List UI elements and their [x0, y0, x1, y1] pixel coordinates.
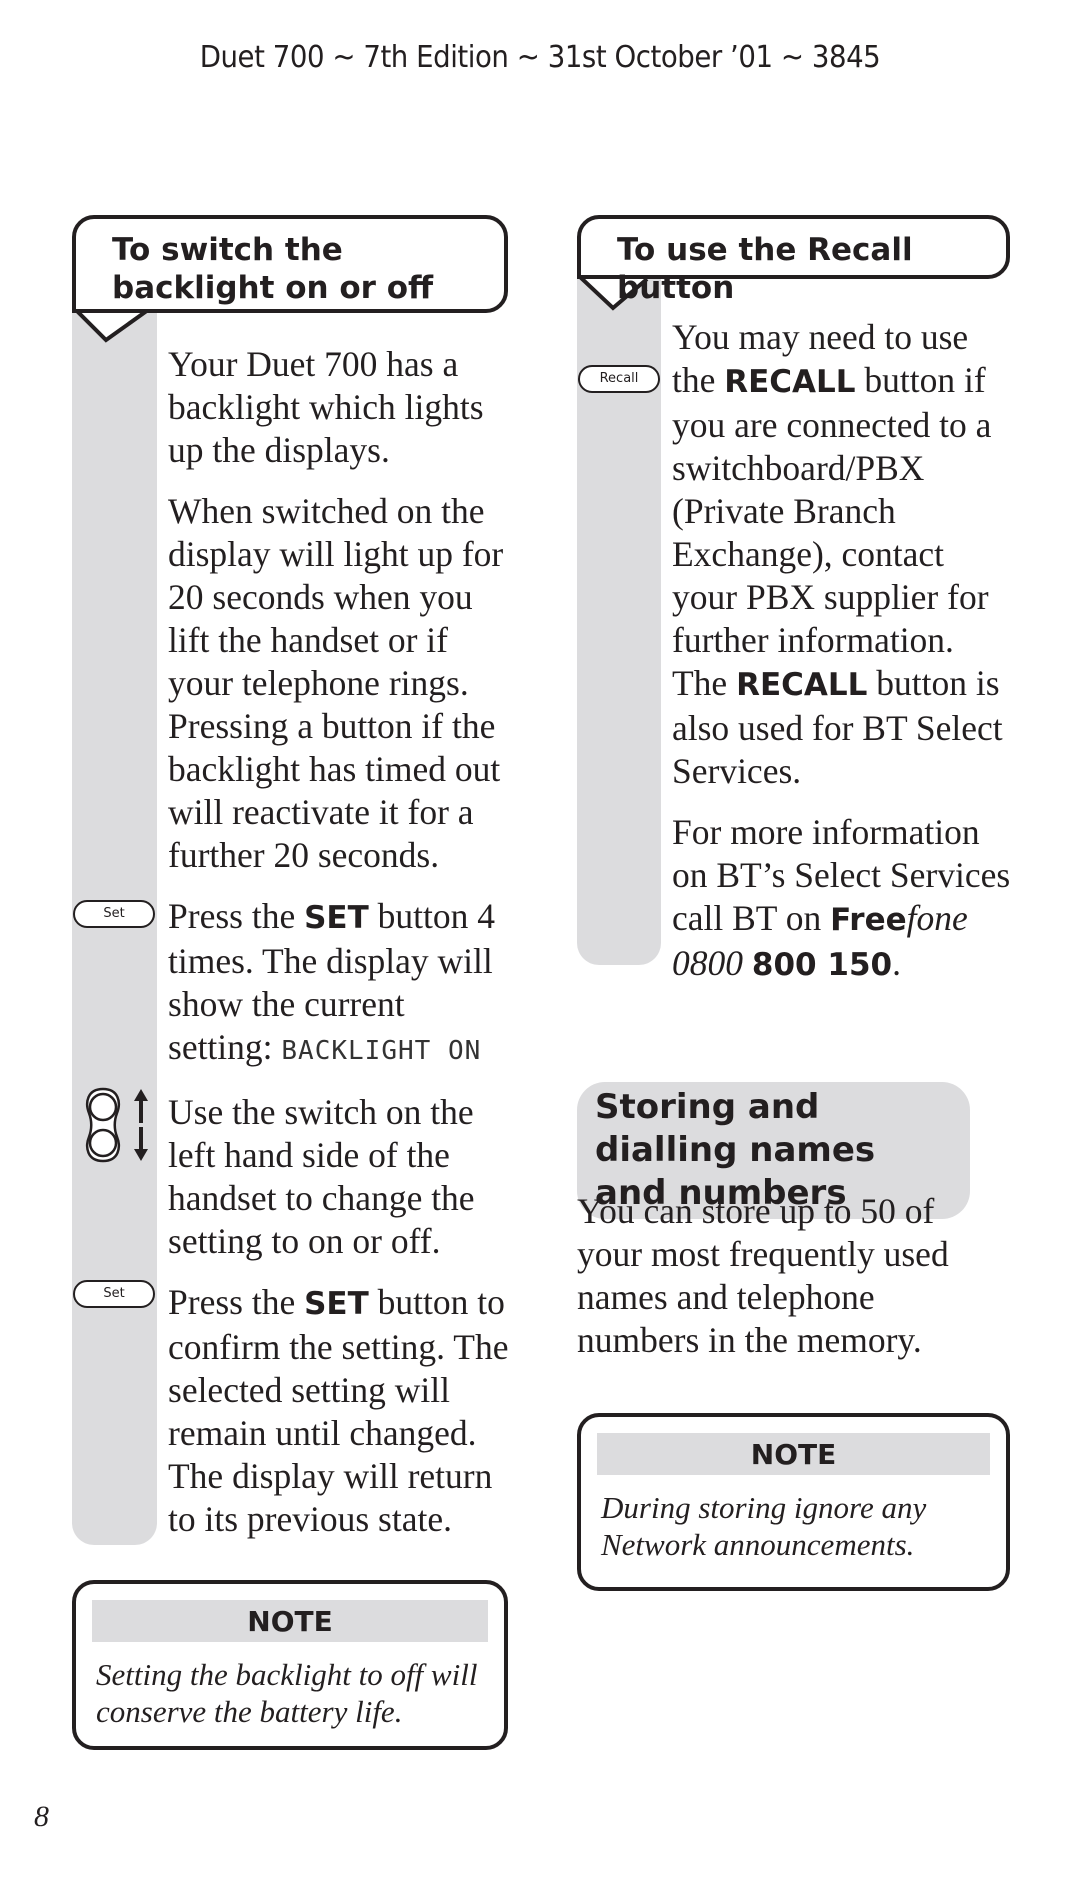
left-heading-text: To switch the backlight on or off	[112, 232, 434, 306]
phone-number: 800 150	[751, 947, 893, 983]
running-head: Duet 700 ~ 7th Edition ~ 31st October ’0…	[199, 40, 881, 75]
recall-paragraph: You may need to use the RECALL button if…	[672, 317, 1003, 791]
phone-number-prefix: 0800	[672, 943, 743, 983]
set-key-name: SET	[304, 1286, 369, 1322]
storing-intro: You can store up to 50 of your most freq…	[577, 1191, 949, 1360]
right-note-box: NOTE During storing ignore any Network a…	[577, 1413, 1010, 1591]
right-section-heading: To use the Recall button	[577, 215, 1010, 306]
recall-key-icon: Recall	[578, 365, 660, 393]
note-text: Setting the backlight to off will conser…	[96, 1657, 478, 1729]
note-text: During storing ignore any Network announ…	[601, 1490, 927, 1562]
set-key-icon: Set	[73, 900, 155, 928]
display-readout: BACKLIGHT ON	[281, 1036, 482, 1066]
select-services-paragraph: For more information on BT’s Select Serv…	[672, 812, 1011, 983]
step-1: Press the SET button 4 times. The displa…	[168, 896, 495, 1067]
left-body: Your Duet 700 has a backlight which ligh…	[168, 343, 513, 1559]
set-key-icon: Set	[73, 1280, 155, 1308]
intro-paragraph-2: When switched on the display will light …	[168, 491, 504, 875]
set-key-name: SET	[304, 900, 369, 936]
page-number: 8	[34, 1800, 49, 1833]
step-3: Press the SET button to confirm the sett…	[168, 1282, 509, 1539]
side-switch-icon	[86, 1087, 148, 1163]
right-heading-text: To use the Recall button	[617, 232, 913, 306]
note-title: NOTE	[92, 1600, 488, 1642]
intro-paragraph-1: Your Duet 700 has a backlight which ligh…	[168, 344, 484, 470]
left-section-heading: To switch the backlight on or off	[72, 215, 508, 313]
left-note-box: NOTE Setting the backlight to off will c…	[72, 1580, 508, 1750]
note-title: NOTE	[597, 1433, 990, 1475]
step-2: Use the switch on the left hand side of …	[168, 1092, 475, 1261]
right-body: You may need to use the RECALL button if…	[672, 316, 1017, 1005]
